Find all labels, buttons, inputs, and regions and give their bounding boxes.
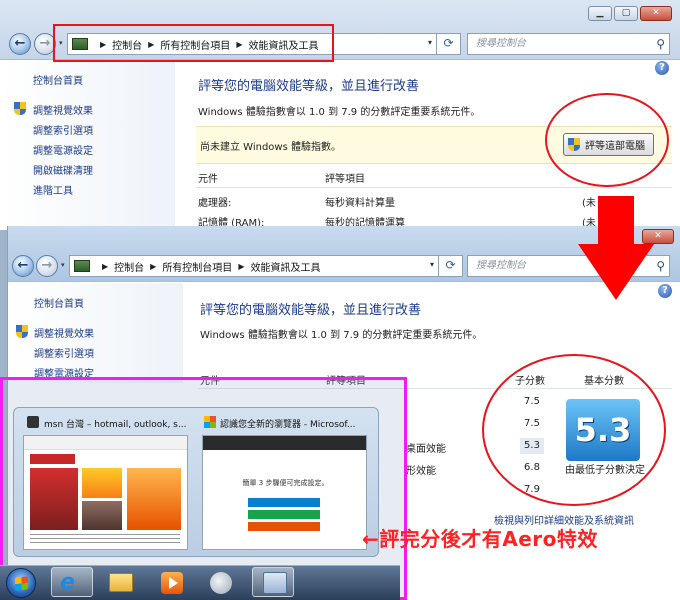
- breadcrumb-all-items[interactable]: 所有控制台項目: [162, 259, 232, 274]
- browser-body: 簡單 3 步驟便可完成設定。: [242, 479, 329, 487]
- search-placeholder: 搜尋控制台: [476, 38, 526, 49]
- sidebar-item-indexing[interactable]: 調整索引選項: [34, 345, 94, 360]
- sidebar-item-visual-effects[interactable]: 調整視覺效果: [33, 102, 93, 117]
- search-icon: ⚲: [656, 259, 665, 273]
- address-bar[interactable]: ▶ 控制台 ▶ 所有控制台項目 ▶ 效能資訊及工具 ▾ ⟳: [69, 255, 463, 277]
- row-desktop-graphics-label: 桌面效能: [406, 444, 446, 455]
- setup-bar-3: [248, 522, 320, 531]
- msn-photo-1: [30, 468, 78, 530]
- breadcrumb-performance[interactable]: 效能資訊及工具: [250, 259, 320, 274]
- thumb2-title[interactable]: 認識您全新的瀏覽器 - Microsof...: [220, 417, 375, 430]
- search-input[interactable]: 搜尋控制台 ⚲: [467, 33, 670, 55]
- refresh-icon[interactable]: ⟳: [438, 255, 462, 277]
- row-gaming-graphics-label: 形效能: [406, 466, 436, 477]
- setup-bar-1: [248, 498, 320, 507]
- browser-header: [203, 436, 366, 450]
- column-header-component: 元件: [198, 174, 218, 185]
- msn-text-rows: [30, 534, 180, 546]
- thumb1-title[interactable]: msn 台灣 – hotmail, outlook, s...: [44, 417, 189, 430]
- sidebar-item-power[interactable]: 調整電源設定: [33, 142, 93, 157]
- breadcrumb-control-panel[interactable]: 控制台: [114, 259, 144, 274]
- thumb1-page[interactable]: [23, 435, 188, 550]
- breadcrumb: ▶ 控制台 ▶ 所有控制台項目 ▶ 效能資訊及工具: [96, 259, 320, 274]
- address-dropdown-icon[interactable]: ▾: [430, 260, 434, 269]
- msn-photo-4: [127, 468, 181, 530]
- score-highlight: [482, 354, 666, 506]
- rate-button-highlight: [545, 93, 669, 187]
- media-player-icon: [161, 572, 183, 594]
- row-processor-tail: (未: [582, 198, 596, 209]
- sidebar-item-indexing[interactable]: 調整索引選項: [33, 122, 93, 137]
- sidebar-item-advanced-tools[interactable]: 進階工具: [33, 182, 73, 197]
- close-button[interactable]: ✕: [642, 229, 674, 244]
- windows-flag-icon: [204, 416, 216, 428]
- red-arrow-shaft: [598, 196, 634, 246]
- taskbar-thumbnail-preview: msn 台灣 – hotmail, outlook, s... 認識您全新的瀏覽…: [13, 407, 379, 557]
- folder-icon: [109, 573, 133, 592]
- row-processor-label: 處理器:: [198, 198, 232, 209]
- history-dropdown-icon[interactable]: ▾: [61, 261, 69, 269]
- page-title: 評等您的電腦效能等級，並且進行改善: [198, 79, 420, 94]
- close-button[interactable]: ✕: [640, 6, 672, 21]
- shield-icon: [14, 102, 27, 116]
- msn-header: [24, 436, 187, 450]
- msn-banner: [30, 454, 75, 464]
- row-processor-rated: 每秒資料計算量: [325, 198, 395, 209]
- page-title: 評等您的電腦效能等級，並且進行改善: [200, 303, 422, 318]
- page-description: Windows 體驗指數會以 1.0 到 7.9 的分數評定重要系統元件。: [198, 107, 481, 118]
- search-icon: ⚲: [656, 37, 665, 51]
- sidebar-home-link[interactable]: 控制台首頁: [34, 295, 84, 310]
- control-panel-icon: [74, 260, 90, 272]
- banner-text: 尚未建立 Windows 體驗指數。: [200, 142, 341, 153]
- sidebar-item-visual-effects[interactable]: 調整視覺效果: [34, 325, 94, 340]
- shield-icon: [16, 325, 29, 339]
- aero-note: ←評完分後才有Aero特效: [362, 527, 598, 551]
- setup-bar-2: [248, 510, 320, 519]
- sidebar-home-link[interactable]: 控制台首頁: [33, 72, 83, 87]
- table-divider: [196, 187, 672, 188]
- sidebar-item-disk-cleanup[interactable]: 開啟磁碟清理: [33, 162, 93, 177]
- minimize-button[interactable]: ▁: [588, 6, 612, 21]
- help-icon[interactable]: ?: [655, 61, 669, 75]
- internet-explorer-icon: e: [60, 570, 75, 595]
- refresh-icon[interactable]: ⟳: [436, 33, 460, 55]
- msn-photo-2: [82, 468, 122, 498]
- msn-photo-3: [82, 501, 122, 530]
- address-dropdown-icon[interactable]: ▾: [428, 38, 432, 47]
- forward-button[interactable]: →: [36, 255, 58, 277]
- msn-icon: [27, 416, 39, 428]
- screenshot: ▁ ▢ ✕ ← → ▾ ▶ 控制台 ▶ 所有控制台項目 ▶ 效能資訊及工具 ▾ ⟳ 搜…: [0, 0, 680, 600]
- help-icon[interactable]: ?: [658, 284, 672, 298]
- sidebar: 控制台首頁 調整視覺效果 調整索引選項 調整電源設定 開啟磁碟清理 進階工具: [0, 60, 175, 230]
- maximize-button[interactable]: ▢: [614, 6, 638, 21]
- page-description: Windows 體驗指數會以 1.0 到 7.9 的分數評定重要系統元件。: [200, 330, 483, 341]
- control-panel-icon: [263, 572, 287, 594]
- paint-icon: [210, 572, 232, 594]
- search-placeholder: 搜尋控制台: [476, 260, 526, 271]
- sidebar: 控制台首頁 調整視覺效果 調整索引選項 調整電源設定: [8, 283, 183, 383]
- start-button[interactable]: [6, 568, 36, 598]
- thumb2-page[interactable]: 簡單 3 步驟便可完成設定。: [202, 435, 367, 550]
- back-button[interactable]: ←: [9, 33, 31, 55]
- column-header-rated: 評等項目: [325, 174, 365, 185]
- address-highlight-box: [53, 24, 334, 62]
- red-arrow-head: [578, 244, 654, 300]
- back-button[interactable]: ←: [12, 255, 34, 277]
- window-caption-buttons: ▁ ▢ ✕: [588, 6, 672, 21]
